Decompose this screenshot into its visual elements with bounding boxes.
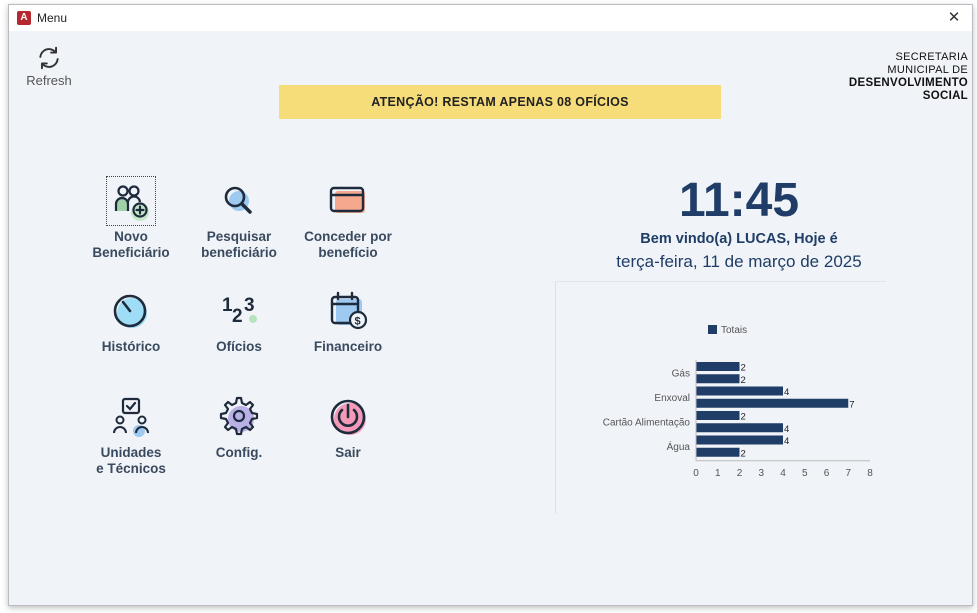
window-title: Menu (37, 11, 68, 25)
chart-bar (696, 362, 740, 371)
x-tick-label: 7 (845, 468, 851, 479)
sair-button[interactable]: Sair (293, 395, 403, 461)
secretaria-logo: SECRETARIA MUNICIPAL DE DESENVOLVIMENTO … (849, 51, 968, 103)
clock-time: 11:45 (678, 174, 800, 227)
x-tick-label: 0 (693, 468, 699, 479)
x-tick-label: 5 (802, 468, 808, 479)
refresh-icon (39, 46, 59, 70)
svg-text:3: 3 (244, 295, 255, 316)
legend-swatch (708, 325, 717, 334)
conceder-beneficio-label: Conceder por benefício (304, 229, 392, 260)
oficios-alert-banner: ATENÇÃO! RESTAM APENAS 08 OFÍCIOS (279, 85, 721, 119)
historico-button[interactable]: Histórico (76, 289, 186, 355)
refresh-label: Refresh (26, 73, 72, 88)
category-label: Gás (672, 368, 690, 379)
chart-bar (696, 386, 783, 396)
oficios-button[interactable]: 1 2 3 Ofícios (184, 289, 294, 355)
logo-line-3: DESENVOLVIMENTO (848, 77, 968, 89)
bar-value-label: 2 (741, 363, 746, 374)
bar-value-label: 2 (741, 448, 746, 459)
menu-window: A Menu ✕ Refresh SECRETARIA MUNICIPAL DE… (8, 4, 973, 606)
x-tick-label: 8 (867, 468, 873, 479)
conceder-beneficio-button[interactable]: Conceder por benefício (293, 179, 403, 261)
search-icon (224, 186, 252, 214)
chart-bar (696, 447, 740, 457)
gear-icon (219, 396, 259, 436)
unidades-tecnicos-button[interactable]: Unidades e Técnicos (76, 395, 186, 477)
bar-value-label: 2 (741, 412, 746, 423)
card-icon (329, 186, 365, 213)
bar-value-label: 2 (741, 375, 746, 386)
add-people-icon (106, 176, 156, 226)
config-label: Config. (215, 445, 263, 460)
chart-bar (696, 374, 740, 384)
oficios-label: Ofícios (216, 339, 262, 354)
logo-line-4: SOCIAL (922, 90, 968, 102)
bar-value-label: 4 (784, 387, 789, 398)
numbers-icon: 1 2 3 (222, 295, 257, 327)
financeiro-button[interactable]: $ Financeiro (293, 289, 403, 355)
welcome-message: Bem vindo(a) LUCAS, Hoje é (640, 231, 838, 247)
sair-label: Sair (335, 445, 361, 460)
x-tick-label: 3 (758, 468, 764, 479)
bar-value-label: 4 (784, 424, 789, 435)
timer-icon (113, 294, 147, 328)
novo-beneficiario-button[interactable]: Novo Beneficiário (76, 176, 186, 261)
bar-value-label: 7 (849, 399, 854, 410)
logo-line-1: SECRETARIA (895, 51, 968, 63)
novo-beneficiario-label: Novo Beneficiário (92, 229, 170, 260)
pesquisar-beneficiario-label: Pesquisar beneficiário (201, 229, 277, 260)
legend-label: Totais (721, 325, 747, 336)
unidades-tecnicos-label: Unidades e Técnicos (96, 445, 166, 476)
current-date: terça-feira, 11 de março de 2025 (616, 252, 862, 271)
x-tick-label: 2 (737, 468, 743, 479)
power-icon (330, 399, 366, 435)
chart-bar (696, 411, 740, 420)
config-button[interactable]: Config. (184, 395, 294, 461)
logo-line-2: MUNICIPAL DE (887, 64, 968, 76)
financeiro-label: Financeiro (313, 339, 383, 354)
pesquisar-beneficiario-button[interactable]: Pesquisar beneficiário (184, 179, 294, 261)
close-button[interactable]: ✕ (940, 7, 968, 29)
chart-bar (696, 423, 783, 433)
category-label: Cartão Alimentação (603, 417, 691, 428)
category-label: Enxoval (654, 393, 690, 404)
x-tick-label: 6 (824, 468, 830, 479)
svg-text:$: $ (355, 316, 361, 328)
refresh-button[interactable]: Refresh (21, 45, 77, 95)
category-label: Água (667, 440, 691, 453)
totais-chart-svg: Totais22472442GásEnxovalCartão Alimentaç… (603, 325, 873, 479)
chart-bar (696, 435, 783, 445)
title-bar: A Menu ✕ (9, 5, 972, 31)
access-app-icon: A (17, 11, 31, 25)
historico-label: Histórico (101, 339, 161, 354)
totais-chart: Totais 2 2 4 7 2 4 4 2 Gás Enxoval Cartão Alimentaç… (555, 281, 886, 514)
chart-bar (696, 398, 849, 408)
team-checklist-icon (113, 397, 149, 437)
svg-text:2: 2 (232, 306, 243, 327)
calendar-money-icon: $ (330, 291, 368, 330)
x-tick-label: 4 (780, 468, 786, 479)
bar-value-label: 4 (784, 436, 789, 447)
x-tick-label: 1 (715, 468, 721, 479)
